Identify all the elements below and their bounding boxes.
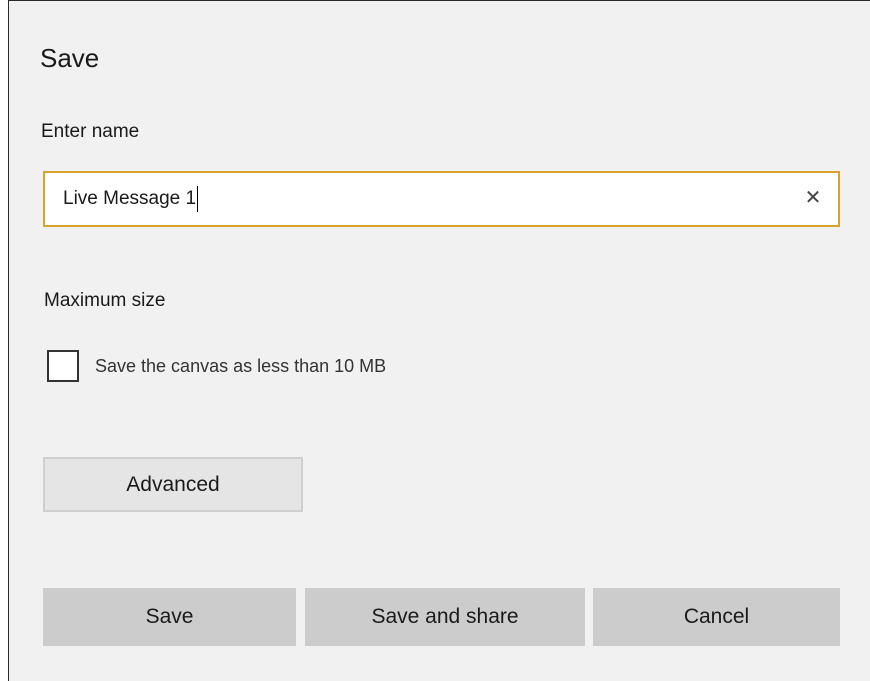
- dialog-title: Save: [40, 43, 100, 73]
- save-button[interactable]: Save: [43, 588, 296, 646]
- max-size-label: Maximum size: [44, 290, 166, 311]
- name-input[interactable]: [63, 173, 763, 225]
- save-and-share-button[interactable]: Save and share: [305, 588, 585, 646]
- advanced-button[interactable]: Advanced: [43, 457, 303, 512]
- text-caret: [197, 186, 199, 212]
- save-dialog: Save Enter name ✕ Maximum size Save the …: [8, 0, 870, 681]
- close-icon[interactable]: ✕: [802, 187, 824, 209]
- name-label: Enter name: [41, 121, 140, 142]
- cancel-button[interactable]: Cancel: [593, 588, 840, 646]
- size-checkbox[interactable]: [47, 350, 79, 382]
- name-field[interactable]: ✕: [43, 171, 840, 227]
- size-checkbox-label[interactable]: Save the canvas as less than 10 MB: [95, 356, 386, 377]
- size-checkbox-row[interactable]: Save the canvas as less than 10 MB: [47, 349, 386, 383]
